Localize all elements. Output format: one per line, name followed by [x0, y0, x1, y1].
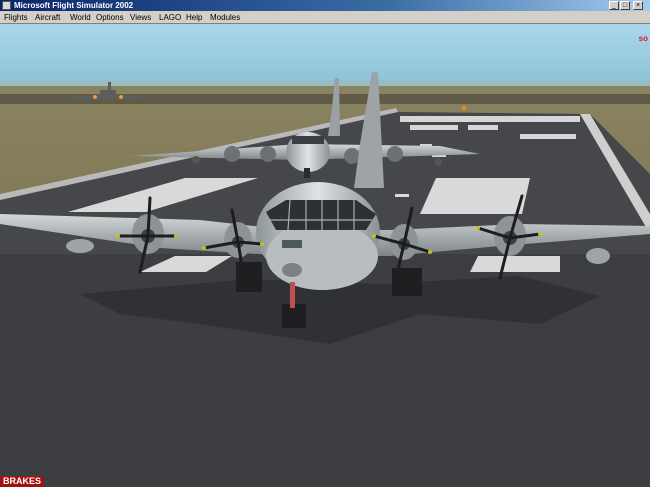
brakes-indicator: BRAKES: [0, 476, 45, 487]
status-indicator: so: [638, 34, 648, 43]
close-button[interactable]: ×: [633, 1, 643, 10]
menu-lago[interactable]: LAGO: [159, 11, 181, 24]
scenery-view: [0, 24, 650, 487]
sky: [0, 24, 650, 86]
menu-aircraft[interactable]: Aircraft: [35, 11, 60, 24]
window-title: Microsoft Flight Simulator 2002: [14, 1, 134, 10]
menu-flights[interactable]: Flights: [4, 11, 28, 24]
flight-simulator-window: Microsoft Flight Simulator 2002 _ □ × Fl…: [0, 0, 650, 487]
menu-options[interactable]: Options: [96, 11, 124, 24]
menu-modules[interactable]: Modules: [210, 11, 240, 24]
app-icon[interactable]: [2, 1, 11, 10]
menu-views[interactable]: Views: [130, 11, 151, 24]
3d-viewport[interactable]: so BRAKES: [0, 24, 650, 487]
right-drop-tank: [586, 248, 610, 264]
maximize-button[interactable]: □: [620, 1, 630, 10]
minimize-button[interactable]: _: [609, 1, 619, 10]
title-bar[interactable]: Microsoft Flight Simulator 2002 _ □ ×: [0, 0, 650, 11]
left-drop-tank: [66, 239, 94, 253]
menu-bar: Flights Aircraft World Options Views LAG…: [0, 11, 650, 24]
menu-world[interactable]: World: [70, 11, 91, 24]
menu-help[interactable]: Help: [186, 11, 202, 24]
distant-marker: [462, 106, 466, 110]
